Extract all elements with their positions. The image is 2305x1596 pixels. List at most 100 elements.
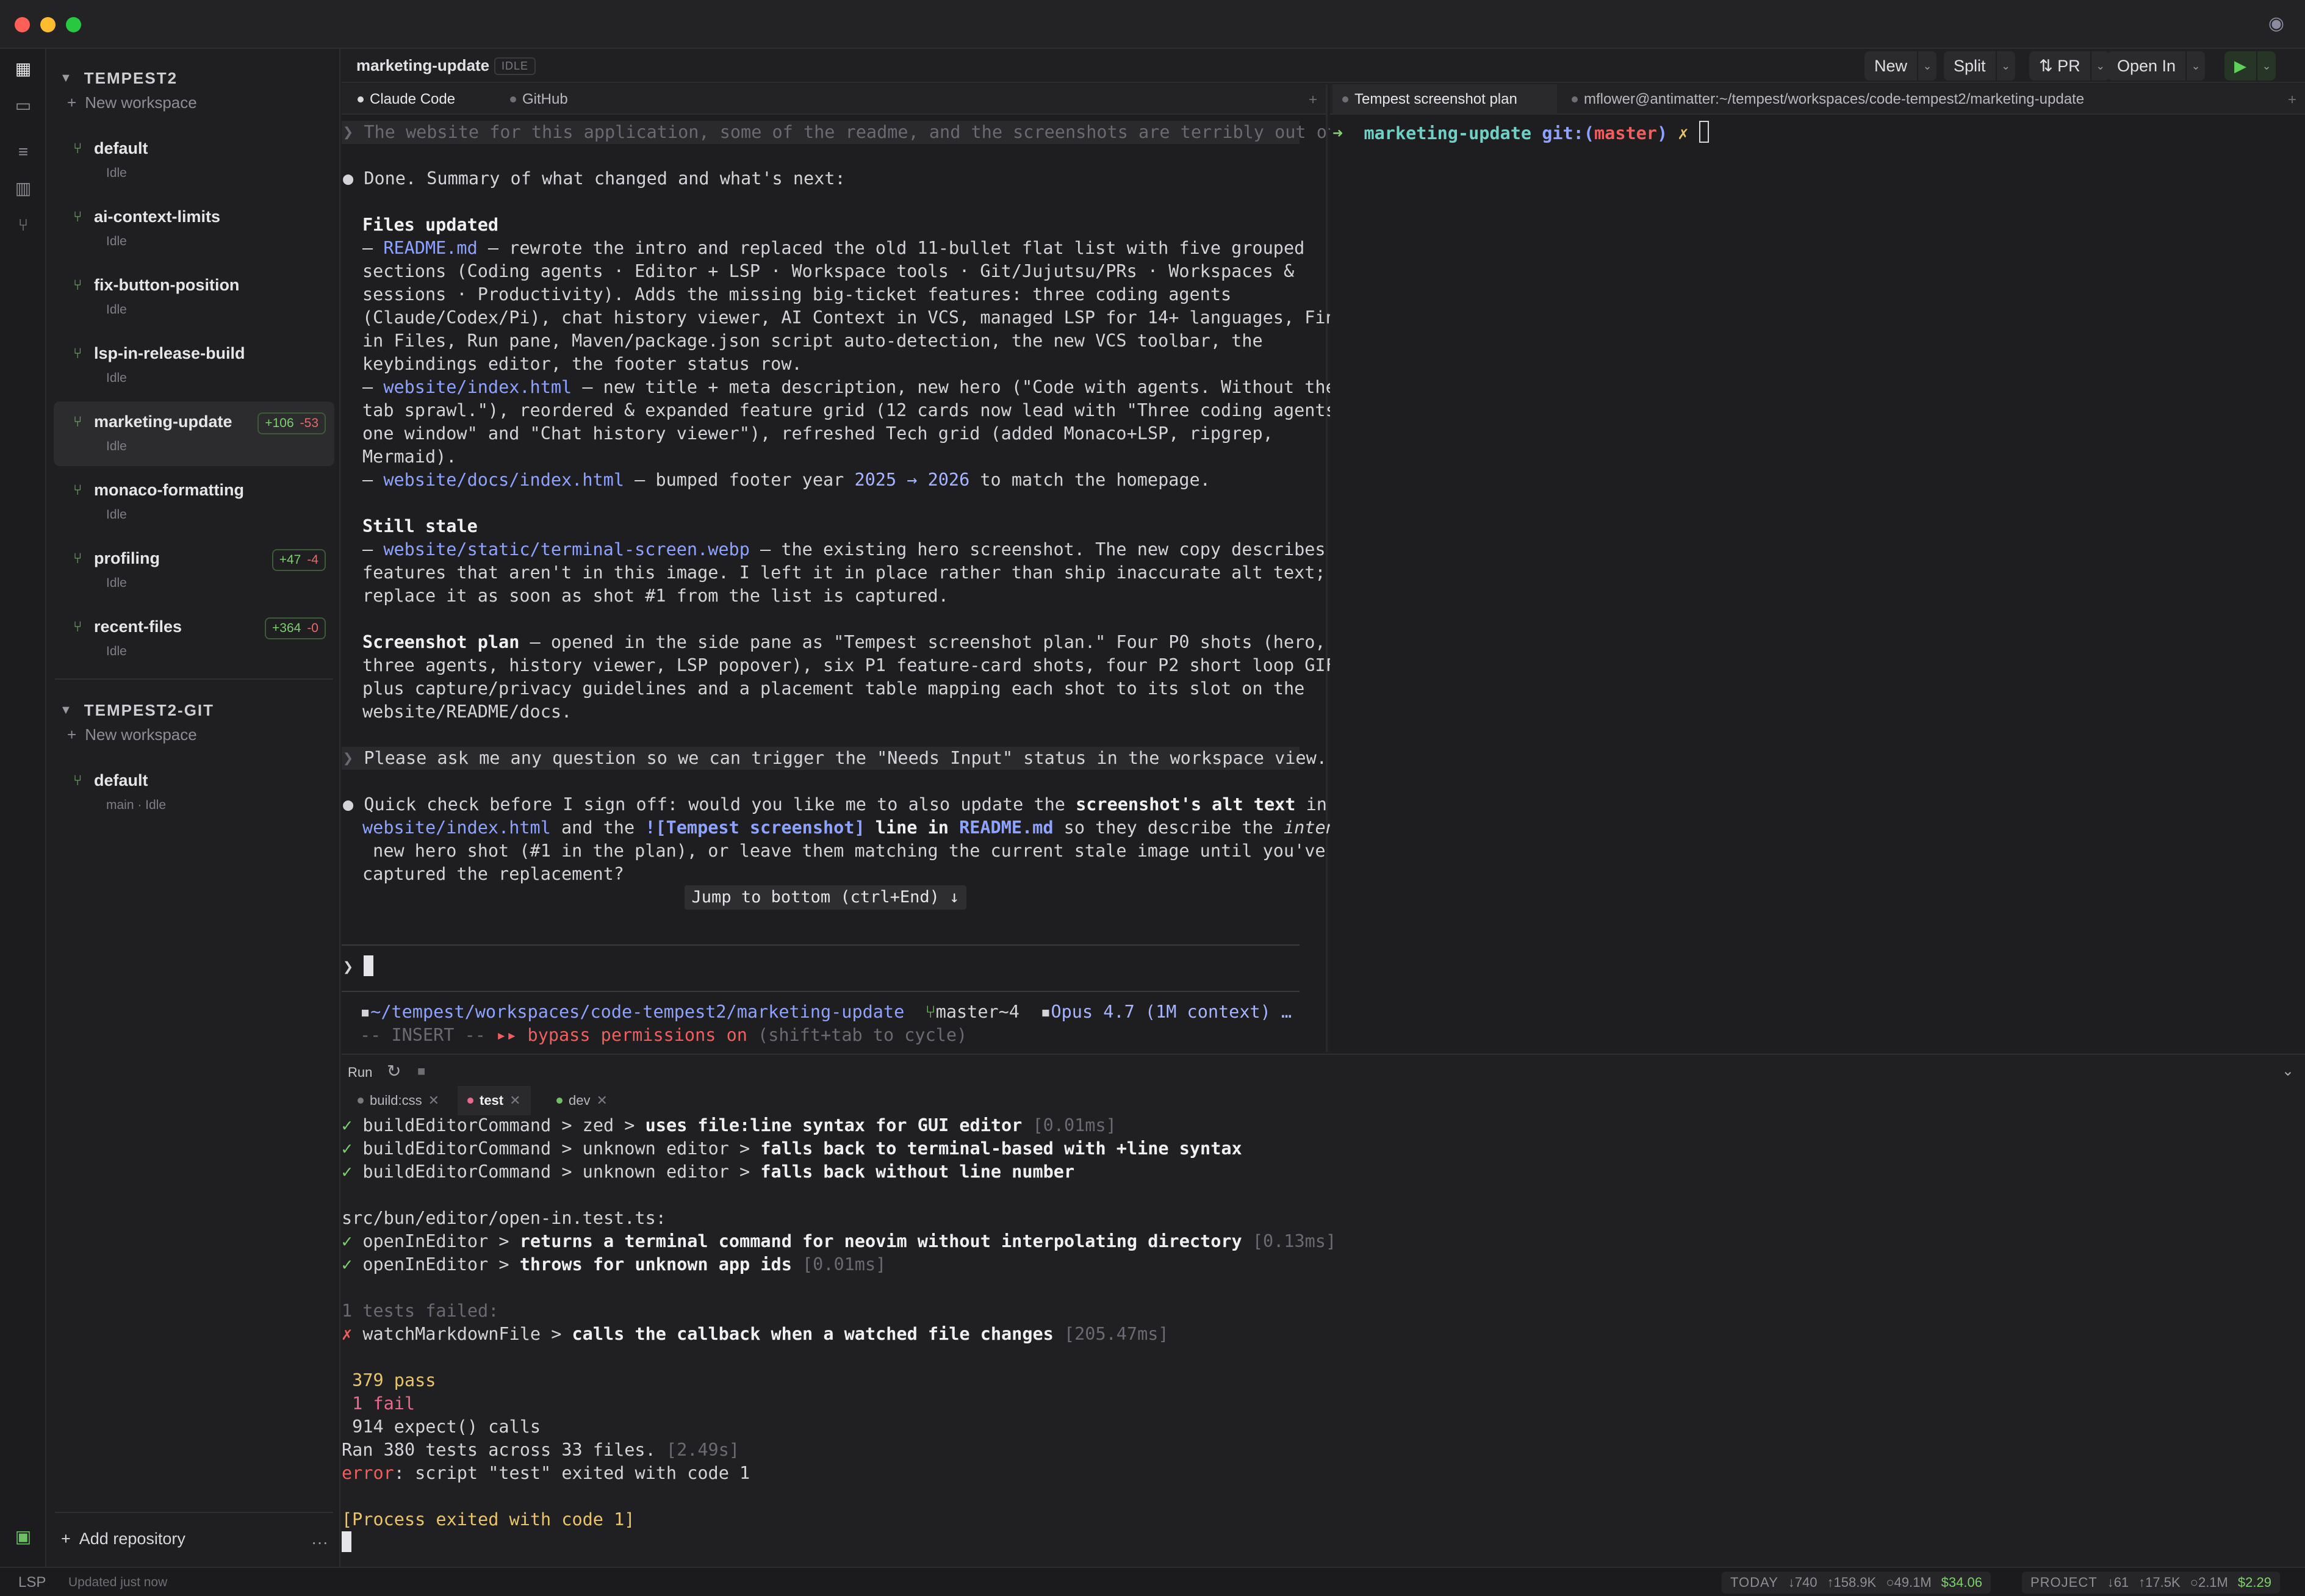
chevron-down-icon: ▼ (60, 71, 73, 85)
test-time: [0.01ms] (1022, 1115, 1117, 1135)
usage-cost: $2.29 (2237, 1575, 2271, 1590)
tab-github[interactable]: GitHub (500, 84, 578, 115)
chevron-down-icon[interactable]: ⌄ (2185, 51, 2205, 81)
fail-icon: ✗ (342, 1324, 353, 1344)
run-button[interactable]: ▶ ⌄ (2224, 51, 2276, 81)
workspace-status: Idle (106, 508, 127, 522)
workspace-sidebar: ▼ TEMPEST2 + New workspace ⑂ default Idl… (48, 49, 340, 1567)
open-in-button[interactable]: Open In ⌄ (2107, 51, 2206, 81)
workspace-item[interactable]: ⑂ default Idle (54, 128, 334, 193)
pr-button[interactable]: ⇅ PR ⌄ (2029, 51, 2110, 81)
chevron-down-icon[interactable]: ⌄ (2282, 1062, 2294, 1080)
test-line: ✓ openInEditor > returns a terminal comm… (342, 1230, 1336, 1253)
git-branch-icon: ⑂ (73, 482, 82, 498)
status-badge: IDLE (494, 57, 536, 75)
chevron-down-icon[interactable]: ⌄ (1995, 51, 2015, 81)
more-options-icon[interactable]: ··· (311, 1533, 328, 1552)
branch-name: master~4 (935, 1002, 1019, 1022)
restart-icon[interactable]: ↻ (387, 1061, 401, 1081)
new-workspace-button[interactable]: + New workspace (67, 721, 197, 748)
minimize-window-button[interactable] (40, 17, 56, 32)
workspace-item[interactable]: ⑂ default main · Idle (54, 760, 334, 825)
workspace-name: default (94, 139, 148, 157)
file-link[interactable]: website/index.html (383, 377, 572, 397)
run-tab-test[interactable]: test ✕ (458, 1086, 531, 1115)
close-icon[interactable]: ✕ (509, 1093, 520, 1109)
workspace-item[interactable]: ⑂ lsp-in-release-build Idle (54, 333, 334, 398)
lines-added: +106 (265, 416, 294, 430)
input-line[interactable]: ❯ (343, 955, 374, 979)
chevron-down-icon[interactable]: ⌄ (2090, 51, 2110, 81)
git-branch-icon[interactable]: ⑂ (12, 214, 35, 237)
test-time: [205.47ms] (1053, 1324, 1169, 1344)
new-workspace-button[interactable]: + New workspace (67, 89, 197, 116)
workspace-item[interactable]: ⑂ recent-files +364 -0 Idle (54, 606, 334, 671)
response-line: sessions · Productivity). Adds the missi… (362, 284, 1232, 304)
close-icon[interactable]: ✕ (428, 1093, 439, 1109)
prompt-git: git:( (1542, 123, 1594, 143)
run-tab-dev[interactable]: dev ✕ (547, 1086, 617, 1115)
agent-transcript: ❯ The website for this application, some… (343, 0, 1367, 884)
app-window: ◉ ▦ ▭ ≡ ▥ ⑂ ▣ ▼ TEMPEST2 + New workspace… (0, 0, 2305, 1596)
pass-count: 379 pass (342, 1370, 436, 1390)
test-path: openInEditor > (362, 1231, 520, 1251)
lsp-indicator[interactable]: LSP (18, 1574, 46, 1591)
tab-terminal-shell[interactable]: mflower@antimatter:~/tempest/workspaces/… (1562, 84, 2094, 115)
add-repository-label: Add repository (79, 1529, 185, 1548)
run-tab-build-css[interactable]: build:css ✕ (348, 1086, 449, 1115)
text-cursor (364, 955, 374, 976)
shell-prompt[interactable]: ➜ marketing-update git:(master) ✗ (1332, 121, 1709, 144)
divider (342, 991, 1300, 992)
stop-icon[interactable]: ■ (417, 1063, 425, 1079)
lines-added: +47 (279, 553, 301, 567)
repo-group-header[interactable]: ▼ TEMPEST2-GIT (60, 697, 214, 724)
repo-group-header[interactable]: ▼ TEMPEST2 (60, 65, 178, 92)
split-button[interactable]: Split ⌄ (1944, 51, 2015, 81)
add-tab-icon[interactable]: + (2288, 92, 2296, 109)
workspace-item[interactable]: ⑂ fix-button-position Idle (54, 265, 334, 329)
repo-name: TEMPEST2-GIT (84, 700, 215, 719)
list-icon[interactable]: ≡ (12, 140, 35, 164)
test-name: falls back without line number (760, 1162, 1075, 1182)
file-link[interactable]: website/static/terminal-screen.webp (383, 539, 750, 559)
today-usage: TODAY ↓740 ↑158.9K ○49.1M $34.06 (1722, 1572, 1991, 1594)
add-tab-icon[interactable]: + (1309, 92, 1317, 109)
file-link[interactable]: website/index.html (362, 818, 551, 838)
zoom-window-button[interactable] (66, 17, 81, 32)
section-heading: Files updated (362, 215, 499, 235)
workspace-item-selected[interactable]: ⑂ marketing-update +106 -53 Idle (54, 401, 334, 466)
diff-stat-badge: +364 -0 (265, 617, 326, 639)
cursor-line[interactable] (342, 1531, 351, 1555)
workspace-status: Idle (106, 644, 127, 658)
workspace-item[interactable]: ⑂ profiling +47 -4 Idle (54, 538, 334, 603)
workspaces-grid-icon[interactable]: ▦ (12, 57, 35, 81)
response-line: Screenshot plan — opened in the side pan… (362, 631, 1326, 654)
add-repository-button[interactable]: + Add repository (61, 1525, 185, 1552)
bold-text: Screenshot plan (362, 632, 520, 652)
broadcast-icon[interactable]: ◉ (2266, 13, 2287, 34)
close-window-button[interactable] (15, 17, 30, 32)
chevron-down-icon[interactable]: ⌄ (2256, 51, 2276, 81)
response-line: website/README/docs. (362, 702, 572, 722)
file-link[interactable]: README.md (959, 818, 1053, 838)
file-link[interactable]: website/docs/index.html (383, 470, 624, 490)
response-text: — the existing hero screenshot. The new … (749, 539, 1326, 559)
tab-screenshot-plan[interactable]: Tempest screenshot plan (1332, 84, 1557, 115)
close-icon[interactable]: ✕ (596, 1093, 607, 1109)
status-bar: LSP Updated just now TODAY ↓740 ↑158.9K … (0, 1567, 2305, 1596)
terminal-icon[interactable]: ▣ (12, 1525, 35, 1548)
file-link[interactable]: README.md (383, 238, 477, 258)
usage-stat: ↓61 (2107, 1575, 2129, 1590)
new-button[interactable]: New ⌄ (1864, 51, 1937, 81)
chevron-down-icon[interactable]: ⌄ (1917, 51, 1936, 81)
workspace-item[interactable]: ⑂ ai-context-limits Idle (54, 196, 334, 261)
workspace-item[interactable]: ⑂ monaco-formatting Idle (54, 470, 334, 534)
pass-icon: ✓ (342, 1231, 353, 1251)
workspace-status: Idle (106, 439, 127, 453)
jump-to-bottom-button[interactable]: Jump to bottom (ctrl+End) ↓ (685, 885, 966, 910)
folder-icon[interactable]: ▭ (12, 94, 35, 117)
workspace-status: Idle (106, 234, 127, 248)
error-text: : script "test" exited with code 1 (394, 1463, 750, 1483)
shell-output[interactable]: ➜ marketing-update git:(master) ✗ (1332, 121, 1709, 190)
chart-icon[interactable]: ▥ (12, 177, 35, 200)
